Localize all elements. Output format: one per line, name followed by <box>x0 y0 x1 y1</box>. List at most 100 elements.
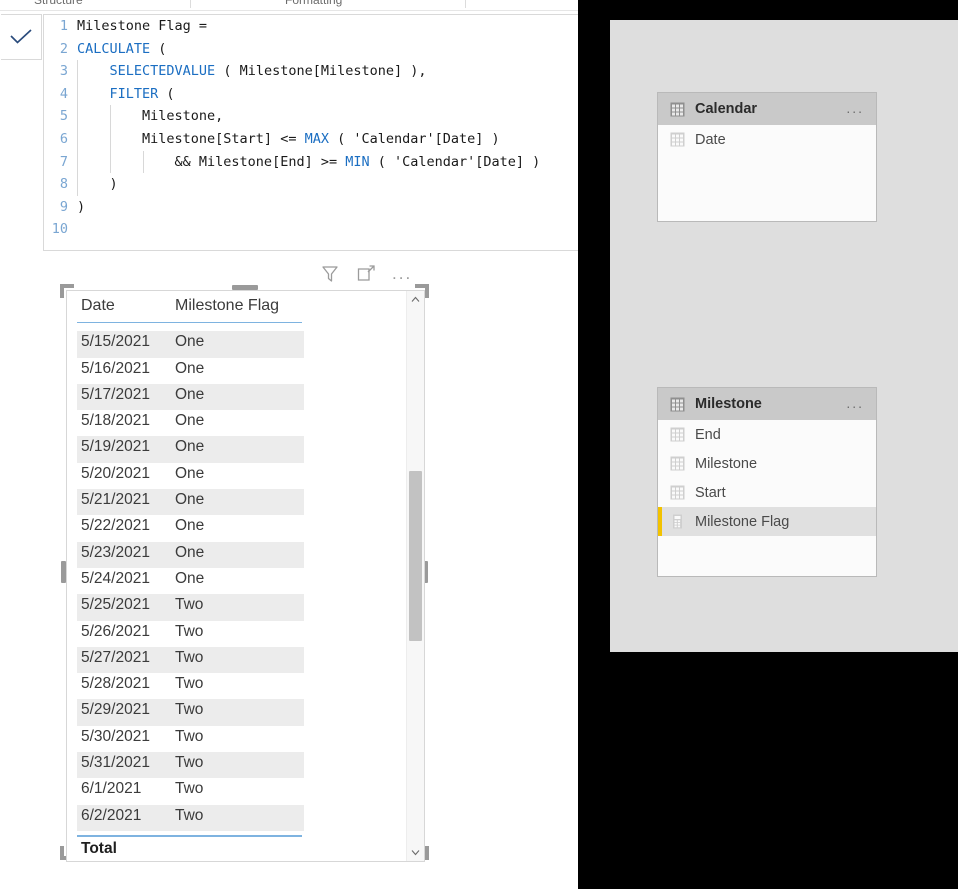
table-row[interactable]: 5/17/2021 One <box>77 383 304 411</box>
ribbon-tab-structure[interactable]: Structure <box>34 0 83 7</box>
code-line-number: 9 <box>59 198 68 215</box>
chevron-up-icon <box>411 296 420 302</box>
table-row[interactable]: 5/19/2021 One <box>77 436 304 463</box>
field-item-date[interactable]: Date <box>658 125 876 154</box>
dax-text-token: ) <box>77 198 86 215</box>
ribbon-group-separator <box>465 0 466 8</box>
table-row[interactable]: 5/15/2021 One <box>77 331 304 358</box>
field-item-milestone-flag[interactable]: Milestone Flag <box>658 507 876 536</box>
cell-milestone-flag: Two <box>175 806 204 824</box>
column-field-icon <box>670 132 685 147</box>
code-line[interactable]: 4 FILTER ( <box>44 82 578 106</box>
code-line-number: 3 <box>59 63 68 80</box>
code-line-text: CALCULATE ( <box>77 38 166 61</box>
table-row[interactable]: 5/25/2021 Two <box>77 594 304 621</box>
code-line[interactable]: 5 Milestone, <box>44 105 578 128</box>
ribbon-tab-formatting[interactable]: Formatting <box>285 0 342 7</box>
code-line[interactable]: 2 CALCULATE ( <box>44 38 578 61</box>
code-line[interactable]: 3 SELECTEDVALUE ( Milestone[Milestone] )… <box>44 60 578 83</box>
scrollbar-thumb[interactable] <box>409 471 422 641</box>
field-card-header[interactable]: Calendar... <box>658 93 876 125</box>
table-row[interactable]: 5/16/2021 One <box>77 358 304 384</box>
field-item-milestone[interactable]: Milestone <box>658 449 876 478</box>
filter-funnel-icon[interactable] <box>320 264 340 284</box>
table-visual[interactable]: Date Milestone Flag 5/14/2021One5/15/202… <box>60 284 430 867</box>
table-grid-icon <box>670 102 685 116</box>
dax-function-token: FILTER <box>109 85 159 102</box>
table-row[interactable]: 5/26/2021 Two <box>77 621 304 647</box>
cell-milestone-flag: One <box>175 491 205 509</box>
code-line[interactable]: 10 <box>44 218 578 241</box>
cell-milestone-flag: One <box>175 543 205 561</box>
field-table-card-milestone: Milestone... End Milestone Start Milestone F… <box>657 387 877 577</box>
fields-pane: Calendar... Date Milestone... End Milestone S… <box>610 20 958 652</box>
field-card-more-menu[interactable]: ... <box>846 101 864 115</box>
cell-milestone-flag: One <box>175 385 205 403</box>
field-item-label: Milestone <box>695 455 758 472</box>
code-line-text: && Milestone[End] >= MIN ( 'Calendar'[Da… <box>77 151 541 174</box>
table-row[interactable]: 5/22/2021 One <box>77 515 304 541</box>
cell-milestone-flag: One <box>175 569 205 587</box>
total-row-label: Total <box>81 840 117 857</box>
report-editor-surface: Structure Formatting 1 Milestone Flag = 2 CA… <box>0 0 578 889</box>
cell-milestone-flag: Two <box>175 675 204 693</box>
cell-date: 5/27/2021 <box>81 648 150 666</box>
dax-function-token: SELECTEDVALUE <box>109 63 216 80</box>
table-row[interactable]: 5/28/2021 Two <box>77 673 304 699</box>
more-options-ellipsis[interactable]: ... <box>392 265 412 282</box>
code-line[interactable]: 7 && Milestone[End] >= MIN ( 'Calendar'[… <box>44 150 578 174</box>
cell-date: 5/29/2021 <box>81 701 150 719</box>
dax-text-token: ( <box>158 85 175 102</box>
focus-mode-icon[interactable] <box>356 264 376 284</box>
table-row[interactable]: 5/30/2021 Two <box>77 726 304 752</box>
cell-date: 5/23/2021 <box>81 543 150 561</box>
table-row[interactable]: 6/1/2021 Two <box>77 778 304 804</box>
table-vertical-scrollbar[interactable] <box>406 291 424 861</box>
code-line[interactable]: 6 Milestone[Start] <= MAX ( 'Calendar'[D… <box>44 127 578 151</box>
field-item-label: Date <box>695 131 726 148</box>
cell-milestone-flag: Two <box>175 648 204 666</box>
cell-date: 5/18/2021 <box>81 412 150 430</box>
code-line-text: Milestone[Start] <= MAX ( 'Calendar'[Dat… <box>77 128 500 151</box>
dax-text-token: ( <box>150 40 167 57</box>
column-field-icon <box>670 485 685 500</box>
cell-milestone-flag: One <box>175 359 205 377</box>
field-item-start[interactable]: Start <box>658 478 876 507</box>
table-row[interactable]: 5/14/2021 One <box>77 323 304 331</box>
code-line-number: 10 <box>51 221 68 238</box>
cell-milestone-flag: Two <box>175 754 204 772</box>
checkmark-icon <box>10 29 32 44</box>
cell-date: 6/1/2021 <box>81 780 142 798</box>
column-header-milestone-flag[interactable]: Milestone Flag <box>175 297 279 315</box>
field-item-label: Start <box>695 484 726 501</box>
scroll-up-button[interactable] <box>407 291 424 308</box>
dax-function-token: MIN <box>345 153 370 170</box>
table-rows-viewport[interactable]: 5/14/2021One5/15/2021One5/16/2021One5/17… <box>67 323 407 836</box>
table-row[interactable]: 5/24/2021 One <box>77 568 304 594</box>
table-row[interactable]: 5/31/2021 Two <box>77 752 304 779</box>
table-column-headers: Date Milestone Flag <box>67 291 424 323</box>
table-row[interactable]: 5/23/2021 One <box>77 541 304 568</box>
field-card-more-menu[interactable]: ... <box>846 396 864 410</box>
dax-text-token: ( Milestone[Milestone] ), <box>215 63 427 80</box>
header-underline <box>77 321 302 323</box>
table-row[interactable]: 5/27/2021 Two <box>77 646 304 674</box>
field-item-end[interactable]: End <box>658 420 876 449</box>
cell-date: 5/22/2021 <box>81 517 150 535</box>
dax-code-editor[interactable]: 1 Milestone Flag = 2 CALCULATE (3 SELECTEDV… <box>43 14 578 251</box>
code-line[interactable]: 9) <box>44 196 578 219</box>
column-header-date[interactable]: Date <box>81 297 115 315</box>
commit-formula-button[interactable] <box>1 14 42 60</box>
field-card-header[interactable]: Milestone... <box>658 388 876 420</box>
table-row[interactable]: 5/20/2021 One <box>77 463 304 489</box>
table-row[interactable]: 5/29/2021 Two <box>77 699 304 726</box>
code-line[interactable]: 8 ) <box>44 173 578 196</box>
table-row[interactable]: 5/21/2021 One <box>77 489 304 516</box>
table-row[interactable]: 5/18/2021 One <box>77 410 304 436</box>
code-line[interactable]: 1 Milestone Flag = <box>44 15 578 38</box>
scroll-down-button[interactable] <box>407 844 424 861</box>
ribbon-group-separator <box>190 0 191 8</box>
table-row[interactable]: 6/2/2021 Two <box>77 804 304 831</box>
cell-milestone-flag: Two <box>175 727 204 745</box>
field-item-label: Milestone Flag <box>695 513 790 530</box>
